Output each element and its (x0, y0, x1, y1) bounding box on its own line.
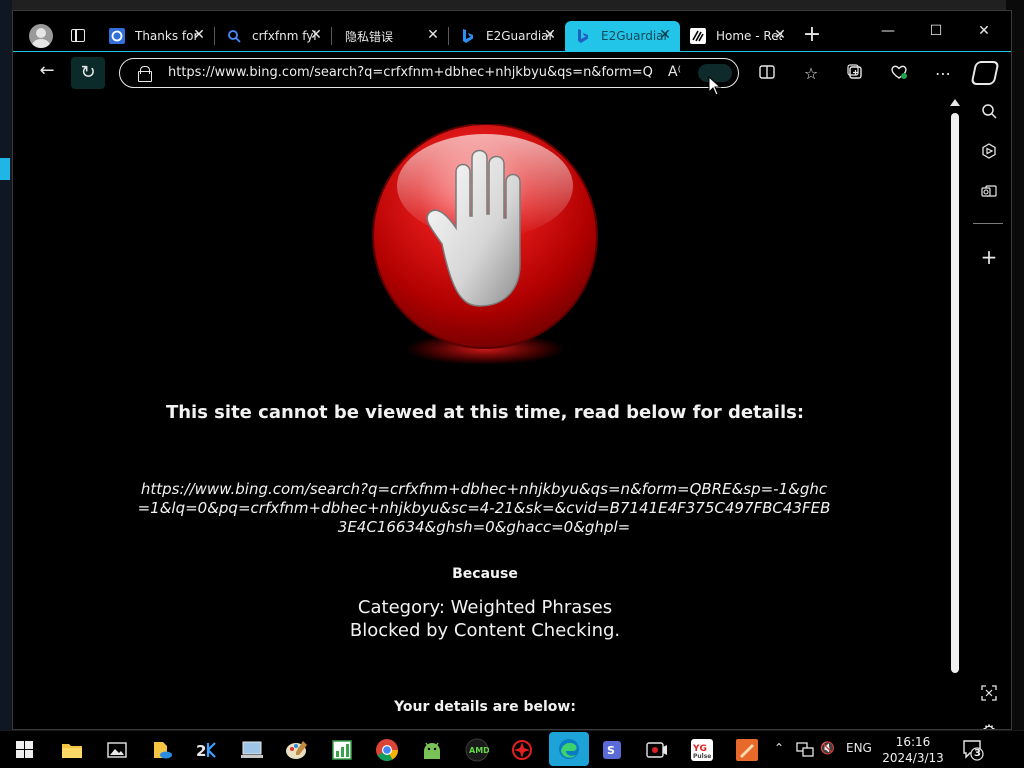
svg-text:2: 2 (196, 742, 206, 760)
android-studio-icon[interactable] (419, 737, 445, 763)
language-indicator[interactable]: ENG (846, 741, 872, 755)
screenshot-icon[interactable] (979, 685, 999, 705)
bing-icon (460, 28, 476, 44)
desktop-background-left (0, 0, 12, 730)
chrome-icon[interactable] (374, 737, 400, 763)
scroll-up-arrow-icon[interactable] (950, 99, 960, 106)
sidebar-divider (973, 223, 1003, 224)
tab-privacy-error[interactable]: 隐私错误 ✕ (333, 21, 449, 51)
taskbar-clock[interactable]: 16:16 2024/3/13 (880, 734, 946, 766)
favorites-icon[interactable]: ☆ (801, 64, 821, 84)
remote-desktop-icon[interactable] (239, 737, 265, 763)
book-icon (690, 28, 706, 44)
tab-separator (331, 27, 332, 45)
address-bar[interactable]: https://www.bing.com/search?q=crfxfnm+db… (119, 58, 739, 88)
navigation-bar: ← ↻ https://www.bing.com/search?q=crfxfn… (13, 51, 1011, 93)
search-icon (226, 28, 242, 44)
outlook-icon[interactable] (979, 183, 999, 203)
file-explorer-icon[interactable] (59, 737, 85, 763)
page-scrollbar[interactable] (949, 95, 961, 729)
taskbar: 2 AMD S YG Pulse ⌃ 🔇 ENG 16:16 2024/3/13… (0, 730, 1024, 768)
page-content: This site cannot be viewed at this time,… (13, 94, 947, 729)
block-reason: Category: Weighted Phrases Blocked by Co… (13, 596, 957, 642)
paint-icon[interactable] (284, 737, 310, 763)
close-tab-icon[interactable]: ✕ (192, 28, 206, 42)
yg-pulse-icon[interactable]: YG Pulse (689, 737, 715, 763)
2k-app-icon[interactable]: 2 (194, 737, 220, 763)
tab-bar: Thanks for ✕ crfxfnm fyl ✕ 隐私错误 ✕ E2Guar… (13, 11, 1011, 51)
o-icon (109, 28, 125, 44)
clock-time: 16:16 (895, 735, 931, 749)
tab-home[interactable]: Home - Rea ✕ (680, 21, 795, 51)
amd-app-icon[interactable]: AMD (464, 737, 490, 763)
bing-icon (575, 28, 591, 44)
scrollbar-thumb[interactable] (951, 113, 959, 673)
tab-e2guardian[interactable]: E2Guardian ✕ (450, 21, 566, 51)
category-line: Category: Weighted Phrases (357, 597, 613, 618)
refresh-button[interactable]: ↻ (71, 57, 105, 89)
back-button[interactable]: ← (37, 61, 57, 81)
tab-separator (214, 27, 215, 45)
address-url[interactable]: https://www.bing.com/search?q=crfxfnm+db… (168, 65, 654, 80)
security-app-icon[interactable] (509, 737, 535, 763)
reason-line: Blocked by Content Checking. (349, 620, 621, 641)
spreadsheet-icon[interactable] (329, 737, 355, 763)
notes-app-icon[interactable] (734, 737, 760, 763)
app-launcher-icon[interactable]: S (599, 737, 625, 763)
tab-thanks[interactable]: Thanks for ✕ (99, 21, 215, 51)
edge-taskbar-icon[interactable] (549, 732, 589, 766)
mouse-cursor-icon (708, 76, 722, 96)
close-tab-icon[interactable]: ✕ (426, 28, 440, 42)
tab-e2guardian-active[interactable]: E2Guardian ✕ (565, 21, 680, 51)
svg-text:AMD: AMD (469, 746, 489, 755)
split-screen-icon[interactable] (757, 64, 777, 84)
notification-count: 3 (974, 748, 981, 759)
tab-actions-icon[interactable] (71, 29, 85, 42)
because-label: Because (452, 566, 518, 582)
profile-avatar-icon[interactable] (29, 24, 53, 48)
close-tab-icon[interactable]: ✕ (773, 28, 787, 42)
network-icon[interactable] (796, 741, 814, 760)
clock-date: 2024/3/13 (882, 751, 944, 765)
tab-separator (448, 27, 449, 45)
minimize-button[interactable]: — (865, 17, 911, 45)
browser-essentials-icon[interactable] (889, 64, 909, 84)
onedrive-folder-icon[interactable] (149, 737, 175, 763)
lock-icon[interactable] (138, 66, 152, 82)
settings-gear-icon[interactable]: ⚙ (979, 721, 999, 729)
games-icon[interactable] (979, 143, 999, 163)
close-tab-icon[interactable]: ✕ (543, 28, 557, 42)
svg-text:Pulse: Pulse (693, 753, 711, 760)
read-aloud-icon[interactable]: A⁽ (668, 64, 681, 80)
collections-icon[interactable] (845, 64, 865, 84)
new-tab-button[interactable]: + (800, 24, 824, 48)
windows-start-icon[interactable] (16, 741, 33, 758)
add-sidebar-item-icon[interactable]: + (979, 247, 999, 267)
show-hidden-icons-chevron-icon[interactable]: ⌃ (774, 741, 784, 755)
close-tab-icon[interactable]: ✕ (658, 28, 672, 42)
stop-hand-icon (372, 124, 598, 365)
blocked-url-text: https://www.bing.com/search?q=crfxfnm+db… (137, 480, 831, 536)
maximize-button[interactable]: ☐ (913, 17, 959, 45)
svg-text:S: S (607, 744, 615, 757)
search-icon[interactable] (979, 103, 999, 123)
tab-title: 隐私错误 (345, 29, 394, 44)
desktop-accent-block (0, 158, 10, 180)
browser-window: Thanks for ✕ crfxfnm fyl ✕ 隐私错误 ✕ E2Guar… (12, 10, 1012, 730)
edge-sidebar: + ⚙ (967, 95, 1011, 729)
details-heading: Your details are below: (394, 699, 576, 715)
block-headline: This site cannot be viewed at this time,… (165, 402, 805, 423)
photos-icon[interactable] (104, 737, 130, 763)
close-tab-icon[interactable]: ✕ (309, 28, 323, 42)
screen-recorder-icon[interactable] (644, 737, 670, 763)
volume-muted-icon[interactable]: 🔇 (820, 741, 835, 755)
close-window-button[interactable]: ✕ (961, 17, 1007, 45)
copilot-icon[interactable] (970, 61, 1000, 85)
tab-search[interactable]: crfxfnm fyl ✕ (216, 21, 332, 51)
more-menu-icon[interactable]: ⋯ (933, 64, 953, 84)
notification-center-icon[interactable]: 3 (962, 739, 984, 761)
